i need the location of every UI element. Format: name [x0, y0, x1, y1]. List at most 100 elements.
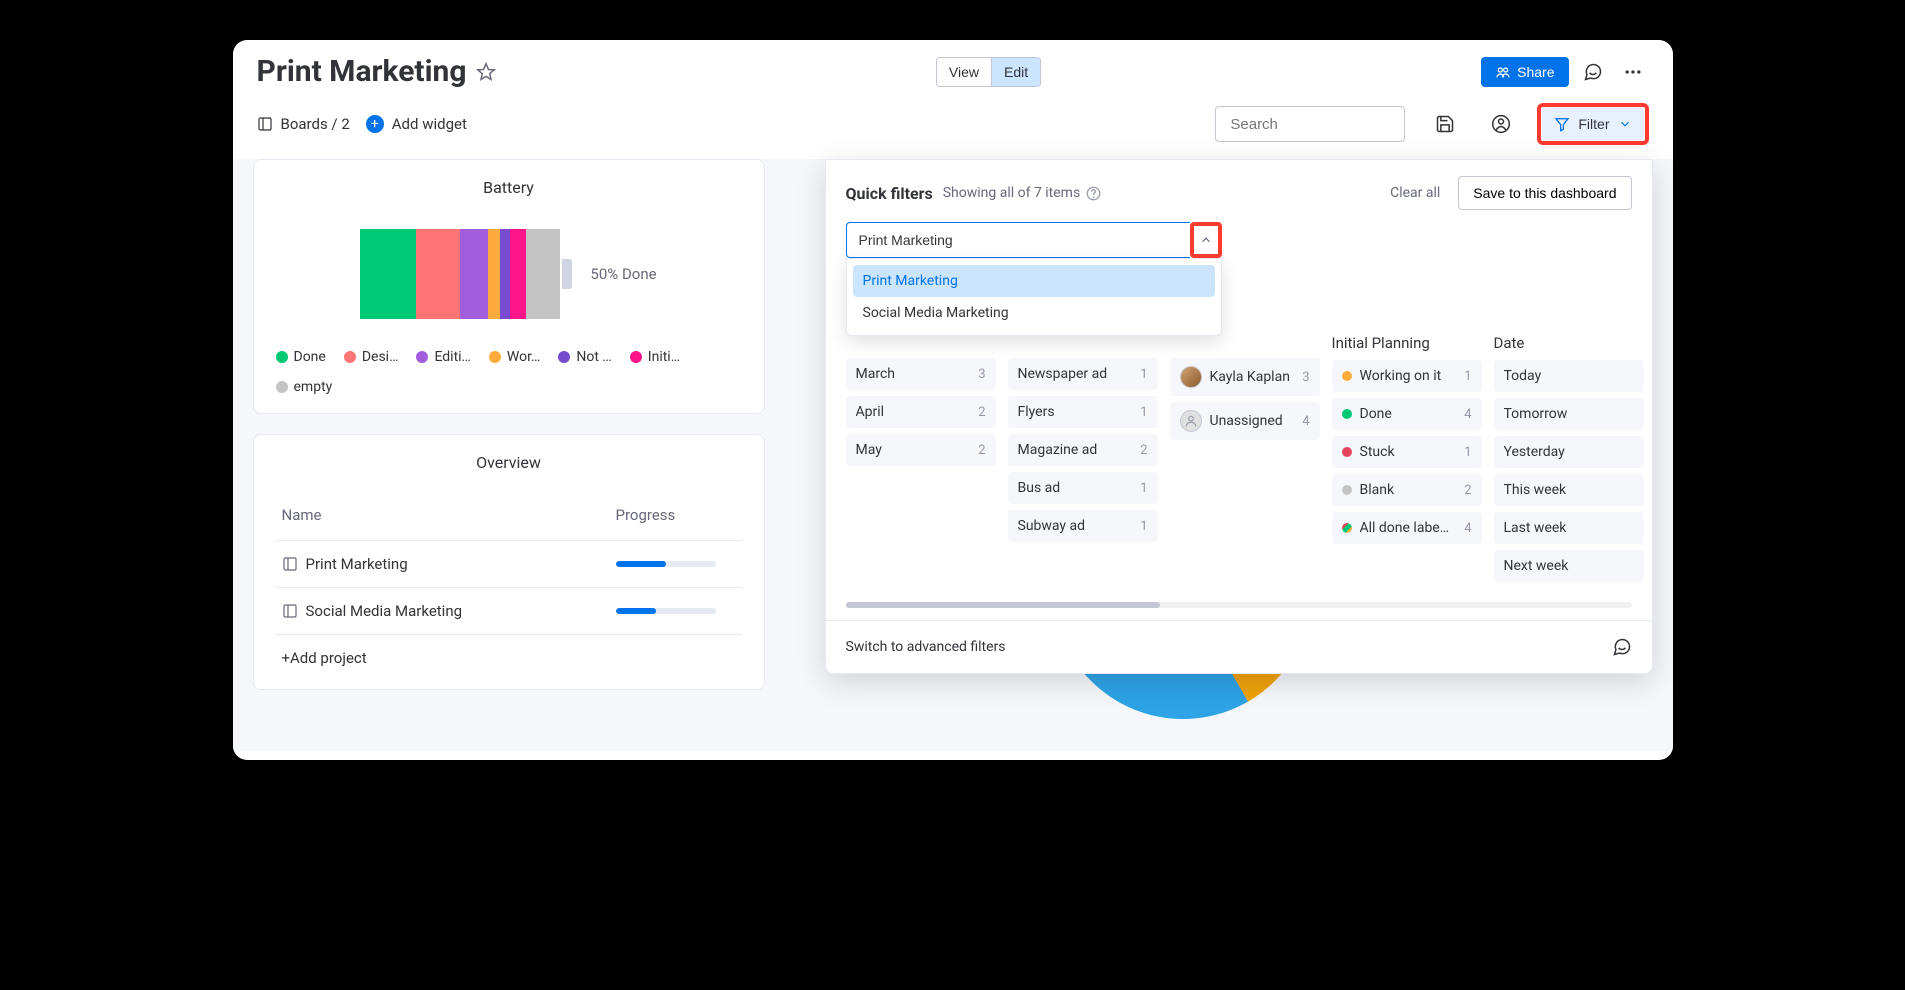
filter-chip[interactable]: Kayla Kaplan3: [1170, 358, 1320, 396]
overview-col-name: Name: [282, 506, 616, 524]
share-button[interactable]: Share: [1481, 57, 1568, 87]
battery-legend: DoneDesi…Editi…Wor…Not …Initi…empty: [276, 329, 742, 395]
legend-item: Not …: [558, 349, 611, 365]
filter-column-title: Date: [1494, 334, 1644, 360]
filter-column: Initial PlanningWorking on it1Done4Stuck…: [1332, 334, 1482, 588]
page-title: Print Marketing: [257, 54, 467, 89]
filter-chip[interactable]: Stuck1: [1332, 436, 1482, 468]
view-edit-toggle: View Edit: [936, 57, 1041, 87]
battery-chart: [360, 229, 560, 319]
feedback-icon[interactable]: [1612, 637, 1632, 657]
filter-chip-label: Today: [1504, 368, 1634, 384]
legend-item: empty: [276, 379, 333, 395]
board-select-option[interactable]: Print Marketing: [853, 265, 1215, 297]
filter-chip[interactable]: Tomorrow: [1494, 398, 1644, 430]
app-window: Print Marketing View Edit Share Boards /…: [233, 40, 1673, 760]
filter-chip-count: 2: [1464, 483, 1471, 498]
filter-chip[interactable]: Magazine ad2: [1008, 434, 1158, 466]
add-widget-button[interactable]: + Add widget: [366, 115, 467, 133]
filter-chip-label: Subway ad: [1018, 518, 1133, 534]
filter-chip-count: 2: [1140, 443, 1147, 458]
quick-filters-scrollbar[interactable]: [846, 602, 1632, 608]
filter-chip[interactable]: All done labe…4: [1332, 512, 1482, 544]
person-icon[interactable]: [1485, 108, 1517, 140]
overview-row[interactable]: Social Media Marketing: [276, 587, 742, 634]
boards-indicator[interactable]: Boards / 2: [257, 115, 350, 133]
legend-item: Done: [276, 349, 326, 365]
add-project-button[interactable]: +Add project: [276, 634, 742, 671]
overview-title: Overview: [276, 453, 742, 472]
legend-label: Desi…: [362, 349, 399, 365]
search-input[interactable]: [1228, 115, 1431, 134]
filter-button-highlight: Filter: [1537, 103, 1648, 145]
favorite-star-icon[interactable]: [476, 62, 496, 82]
filter-button[interactable]: Filter: [1542, 108, 1643, 140]
filter-chip[interactable]: This week: [1494, 474, 1644, 506]
quick-filters-title: Quick filters: [846, 184, 933, 203]
chevron-down-icon: [1618, 117, 1632, 131]
progress-bar: [616, 608, 716, 614]
title-row: Print Marketing View Edit Share: [233, 40, 1673, 93]
legend-label: Editi…: [434, 349, 470, 365]
board-select-option[interactable]: Social Media Marketing: [853, 297, 1215, 329]
legend-label: empty: [294, 379, 333, 395]
filter-chip[interactable]: April2: [846, 396, 996, 428]
filter-chip[interactable]: Today: [1494, 360, 1644, 392]
feedback-icon[interactable]: [1577, 56, 1609, 88]
filter-chip[interactable]: Done4: [1332, 398, 1482, 430]
toolbar: Boards / 2 + Add widget Filter: [233, 93, 1673, 159]
filter-chip-label: Done: [1360, 406, 1457, 422]
filter-chip[interactable]: Blank2: [1332, 474, 1482, 506]
help-icon[interactable]: [1086, 186, 1101, 201]
board-select-chevron-highlight: [1190, 222, 1222, 258]
legend-dot: [276, 381, 288, 393]
clear-all-button[interactable]: Clear all: [1390, 185, 1440, 201]
filter-chip[interactable]: Flyers 1: [1008, 396, 1158, 428]
filter-chip-label: March: [856, 366, 971, 382]
filter-chip[interactable]: May2: [846, 434, 996, 466]
board-select-input[interactable]: [846, 222, 1190, 258]
more-menu-icon[interactable]: [1617, 56, 1649, 88]
view-button[interactable]: View: [937, 58, 991, 86]
filter-column: March3 April2 May2: [846, 334, 996, 588]
filter-chip-count: 1: [1464, 445, 1471, 460]
filter-chip[interactable]: Last week: [1494, 512, 1644, 544]
legend-dot: [276, 351, 288, 363]
filter-chip-label: Flyers: [1018, 404, 1133, 420]
filter-chip-count: 1: [1140, 367, 1147, 382]
filter-chip[interactable]: Unassigned4: [1170, 402, 1320, 440]
filter-chip[interactable]: Next week: [1494, 550, 1644, 582]
filter-chip[interactable]: Bus ad1: [1008, 472, 1158, 504]
filter-chip-label: Unassigned: [1210, 413, 1295, 429]
save-icon[interactable]: [1429, 108, 1461, 140]
chevron-up-icon[interactable]: [1199, 233, 1213, 247]
board-select-dropdown[interactable]: Print MarketingSocial Media Marketing: [846, 222, 1222, 258]
filter-chip-count: 1: [1464, 369, 1471, 384]
overview-row-name: Print Marketing: [306, 555, 408, 573]
board-icon: [282, 556, 298, 572]
filter-chip[interactable]: March3: [846, 358, 996, 390]
filter-chip[interactable]: Newspaper ad1: [1008, 358, 1158, 390]
search-box[interactable]: [1215, 106, 1405, 142]
advanced-filters-link[interactable]: Switch to advanced filters: [846, 639, 1612, 655]
battery-body: 50% Done: [276, 213, 742, 329]
legend-dot: [344, 351, 356, 363]
progress-bar: [616, 561, 716, 567]
board-icon: [282, 603, 298, 619]
filter-chip[interactable]: Yesterday: [1494, 436, 1644, 468]
battery-segment: [460, 229, 488, 319]
save-to-dashboard-button[interactable]: Save to this dashboard: [1458, 176, 1631, 210]
quick-filters-footer: Switch to advanced filters: [826, 620, 1652, 673]
filter-chip-count: 1: [1140, 481, 1147, 496]
overview-row[interactable]: Print Marketing: [276, 540, 742, 587]
legend-label: Not …: [576, 349, 611, 365]
filter-chip[interactable]: Subway ad1: [1008, 510, 1158, 542]
status-dot-icon: [1342, 371, 1352, 381]
filter-chip[interactable]: Working on it1: [1332, 360, 1482, 392]
filter-chip-count: 1: [1140, 405, 1147, 420]
battery-segment: [488, 229, 500, 319]
status-dot-icon: [1342, 485, 1352, 495]
plus-icon: +: [366, 115, 384, 133]
edit-button[interactable]: Edit: [991, 58, 1040, 86]
filter-chip-count: 4: [1464, 521, 1471, 536]
